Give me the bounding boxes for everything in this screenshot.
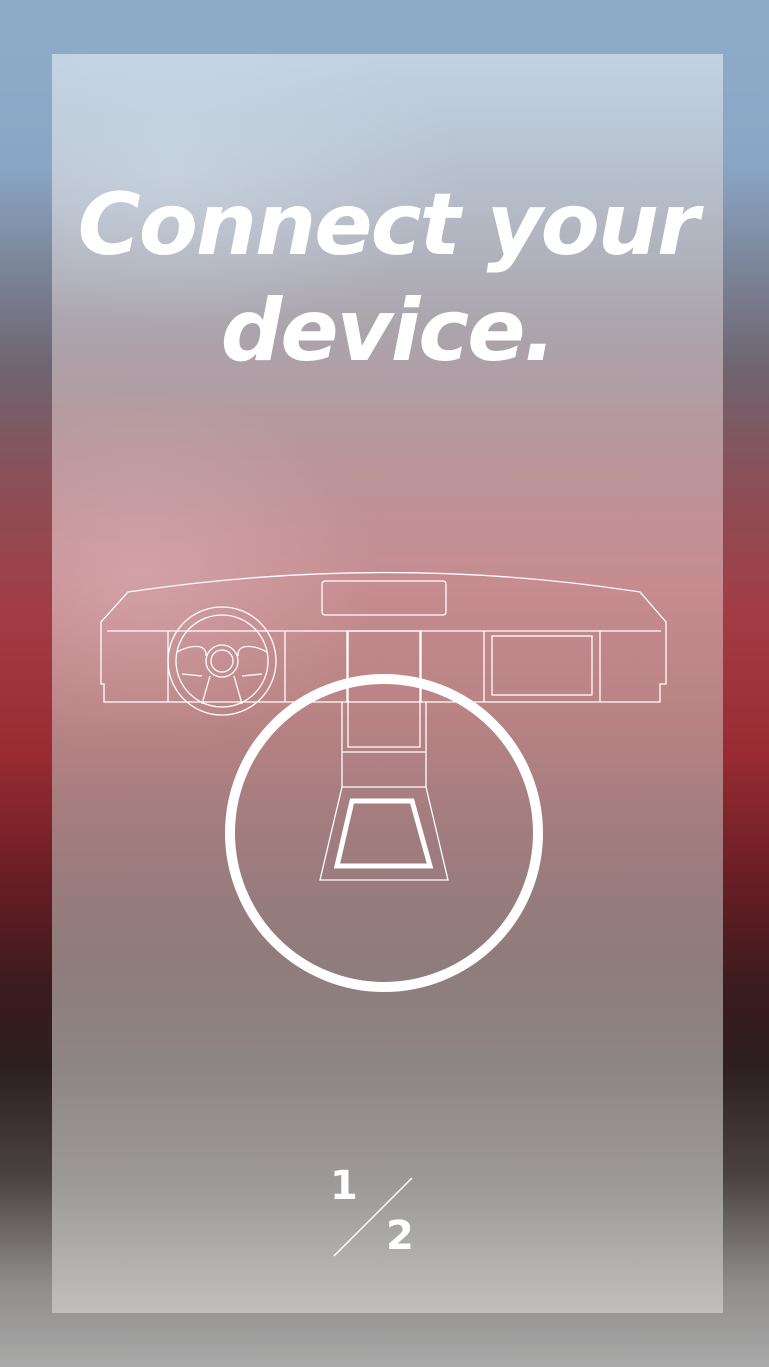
console-screen bbox=[333, 798, 434, 869]
steering-wheel-inner bbox=[175, 614, 269, 708]
dashboard-outline bbox=[100, 571, 667, 881]
page-indicator: 1 2 bbox=[322, 1164, 452, 1264]
screen: { "onboarding": { "title_line1": "Connec… bbox=[0, 0, 769, 1367]
steering-wheel-outer bbox=[167, 606, 277, 716]
center-stack-upper bbox=[347, 630, 421, 748]
car-dashboard-icon bbox=[100, 571, 667, 992]
top-display bbox=[321, 580, 447, 616]
steering-spokes-upper bbox=[176, 645, 268, 657]
pager-total: 2 bbox=[386, 1213, 414, 1259]
pager-current: 1 bbox=[330, 1163, 358, 1209]
steering-spokes-lower bbox=[181, 673, 263, 705]
center-stack-sides bbox=[341, 702, 427, 787]
steering-hub-inner bbox=[210, 649, 234, 673]
highlight-ring bbox=[225, 674, 543, 992]
onboarding-card: Connect your device. 1 2 bbox=[52, 54, 723, 1313]
dashboard-dividers bbox=[167, 631, 601, 702]
infotainment-screen bbox=[491, 635, 593, 696]
